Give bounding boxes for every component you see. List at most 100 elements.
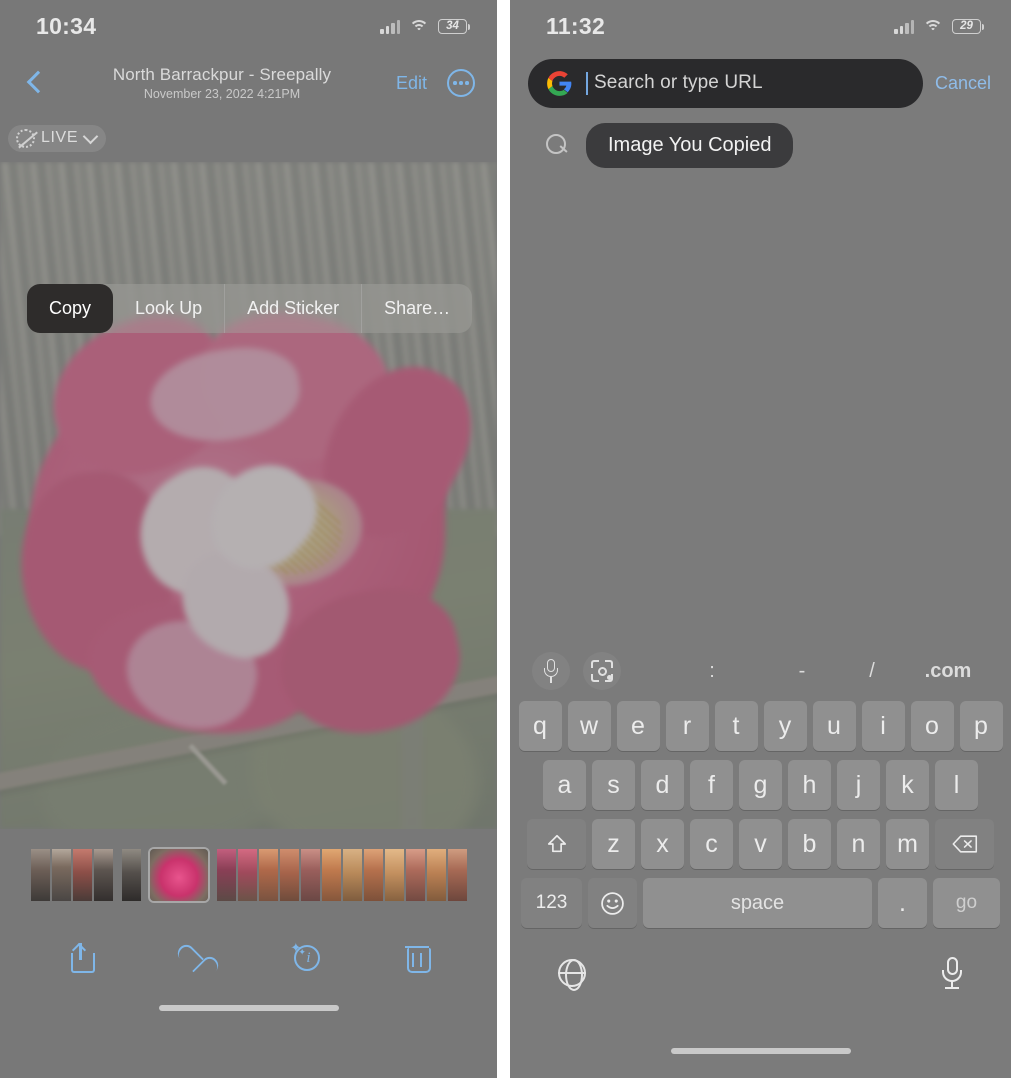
- key-o[interactable]: o: [910, 701, 954, 751]
- thumbnail[interactable]: [237, 849, 257, 901]
- thumbnail[interactable]: [363, 849, 383, 901]
- search-input[interactable]: Search or type URL: [528, 58, 923, 108]
- thumbnail[interactable]: [300, 849, 320, 901]
- keyboard-shortcut-slash[interactable]: /: [837, 660, 907, 683]
- omnibox-row: Search or type URL Cancel: [510, 52, 1011, 114]
- key-r[interactable]: r: [665, 701, 709, 751]
- key-m[interactable]: m: [886, 819, 929, 869]
- search-placeholder-text: Search or type URL: [594, 72, 763, 93]
- share-icon[interactable]: [68, 942, 95, 973]
- chevron-left-icon[interactable]: [22, 70, 48, 96]
- key-g[interactable]: g: [739, 760, 782, 810]
- suggestion-row[interactable]: Image You Copied: [510, 114, 1011, 176]
- thumbnail[interactable]: [447, 849, 467, 901]
- thumbnail[interactable]: [93, 849, 113, 901]
- live-photo-row: LIVE: [0, 114, 497, 162]
- rose-photograph: [0, 162, 497, 829]
- dictation-microphone-icon[interactable]: [941, 957, 963, 989]
- backspace-glyph: [952, 835, 977, 853]
- thumbnail[interactable]: [384, 849, 404, 901]
- key-p[interactable]: p: [959, 701, 1003, 751]
- key-e[interactable]: e: [616, 701, 660, 751]
- thumbnail[interactable]: [321, 849, 341, 901]
- live-photo-badge[interactable]: LIVE: [8, 124, 107, 152]
- thumbnail[interactable]: [258, 849, 278, 901]
- wifi-icon: [923, 19, 943, 34]
- emoji-icon[interactable]: [588, 878, 637, 928]
- key-n[interactable]: n: [837, 819, 880, 869]
- globe-icon[interactable]: [558, 959, 586, 991]
- keyboard-shortcut-colon[interactable]: :: [657, 660, 767, 683]
- key-i[interactable]: i: [861, 701, 905, 751]
- keyboard-row-3: zxcvbnm: [510, 819, 1011, 869]
- key-x[interactable]: x: [641, 819, 684, 869]
- page-title: North Barrackpur - Sreepally November 23…: [48, 65, 396, 102]
- key-y[interactable]: y: [763, 701, 807, 751]
- thumbnail[interactable]: [405, 849, 425, 901]
- keyboard-shortcut-dash[interactable]: -: [767, 660, 837, 683]
- go-key[interactable]: go: [933, 878, 1000, 928]
- key-a[interactable]: a: [543, 760, 586, 810]
- thumbnail[interactable]: [342, 849, 362, 901]
- two-phone-screenshot: 10:34 34 North Barrackpur - Sreepally No…: [0, 0, 1011, 1078]
- context-menu-item-add-sticker[interactable]: Add Sticker: [225, 284, 363, 333]
- left-phone-photos-app: 10:34 34 North Barrackpur - Sreepally No…: [0, 0, 497, 1078]
- keyboard-accessory-bar: : - / .com: [510, 641, 1011, 701]
- suggestion-image-you-copied[interactable]: Image You Copied: [586, 122, 794, 168]
- key-j[interactable]: j: [837, 760, 880, 810]
- thumbnail[interactable]: [426, 849, 446, 901]
- key-k[interactable]: k: [886, 760, 929, 810]
- google-lens-icon[interactable]: [583, 652, 621, 690]
- context-menu[interactable]: Copy Look Up Add Sticker Share…: [27, 284, 473, 333]
- thumbnail[interactable]: [279, 849, 299, 901]
- photo-thumbnail-strip[interactable]: [0, 829, 497, 921]
- battery-level: 34: [446, 20, 459, 32]
- left-status-bar: 10:34 34: [0, 0, 497, 52]
- space-key[interactable]: space: [643, 878, 872, 928]
- thumbnail[interactable]: [72, 849, 92, 901]
- key-b[interactable]: b: [788, 819, 831, 869]
- key-v[interactable]: v: [739, 819, 782, 869]
- key-q[interactable]: q: [518, 701, 562, 751]
- cancel-button[interactable]: Cancel: [935, 73, 995, 94]
- thumbnail[interactable]: [51, 849, 71, 901]
- photos-navigation-bar: North Barrackpur - Sreepally November 23…: [0, 52, 497, 114]
- ellipsis-circle-icon[interactable]: [447, 69, 475, 97]
- context-menu-item-copy[interactable]: Copy: [27, 284, 114, 333]
- heart-icon[interactable]: [178, 944, 208, 971]
- edit-button[interactable]: Edit: [396, 73, 427, 94]
- status-indicators: 34: [380, 18, 470, 34]
- thumbnail-selected[interactable]: [149, 849, 208, 901]
- backspace-icon[interactable]: [935, 819, 994, 869]
- key-z[interactable]: z: [592, 819, 635, 869]
- period-key[interactable]: .: [878, 878, 927, 928]
- key-t[interactable]: t: [714, 701, 758, 751]
- microphone-icon[interactable]: [532, 652, 570, 690]
- numbers-key[interactable]: 123: [521, 878, 582, 928]
- live-label: LIVE: [41, 129, 79, 146]
- photo-viewer[interactable]: Copy Look Up Add Sticker Share…: [0, 162, 497, 829]
- shift-icon[interactable]: [527, 819, 586, 869]
- info-sparkle-icon[interactable]: i ✦ ✦: [290, 941, 321, 972]
- key-c[interactable]: c: [690, 819, 733, 869]
- key-h[interactable]: h: [788, 760, 831, 810]
- key-l[interactable]: l: [935, 760, 978, 810]
- context-menu-item-look-up[interactable]: Look Up: [113, 284, 226, 333]
- thumbnail[interactable]: [216, 849, 236, 901]
- trash-icon[interactable]: [405, 942, 432, 973]
- key-u[interactable]: u: [812, 701, 856, 751]
- thumbnail[interactable]: [121, 849, 141, 901]
- cellular-bars-icon: [380, 19, 400, 34]
- key-w[interactable]: w: [567, 701, 611, 751]
- key-s[interactable]: s: [592, 760, 635, 810]
- key-f[interactable]: f: [690, 760, 733, 810]
- keyboard-shortcut-dotcom[interactable]: .com: [907, 660, 989, 683]
- context-menu-item-share[interactable]: Share…: [362, 284, 472, 333]
- cellular-bars-icon: [894, 19, 914, 34]
- chevron-down-icon: [82, 128, 99, 144]
- key-d[interactable]: d: [641, 760, 684, 810]
- thumbnail[interactable]: [30, 849, 50, 901]
- text-cursor: [586, 71, 588, 95]
- battery-icon: 29: [952, 18, 984, 34]
- right-phone-chrome-app: 11:32 29 Search or type URL Cancel Image…: [510, 0, 1011, 1078]
